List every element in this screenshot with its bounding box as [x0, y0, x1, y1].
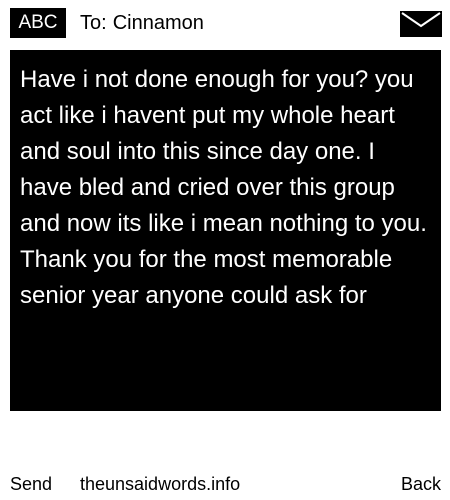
recipient-name: Cinnamon [112, 12, 204, 34]
back-button[interactable]: Back [401, 470, 441, 498]
softkey-bar: Send theunsaidwords.info Back [0, 470, 450, 498]
recipient-field[interactable]: To: Cinnamon [80, 8, 204, 38]
message-header: ABC To: Cinnamon [0, 0, 450, 44]
send-button[interactable]: Send [10, 470, 52, 498]
input-mode-badge[interactable]: ABC [10, 8, 66, 38]
site-label: theunsaidwords.info [80, 474, 241, 494]
to-label: To: [80, 12, 107, 34]
envelope-icon [400, 11, 442, 37]
message-body-area[interactable]: Have i not done enough for you? you act … [10, 50, 441, 411]
message-text: Have i not done enough for you? you act … [20, 66, 427, 309]
